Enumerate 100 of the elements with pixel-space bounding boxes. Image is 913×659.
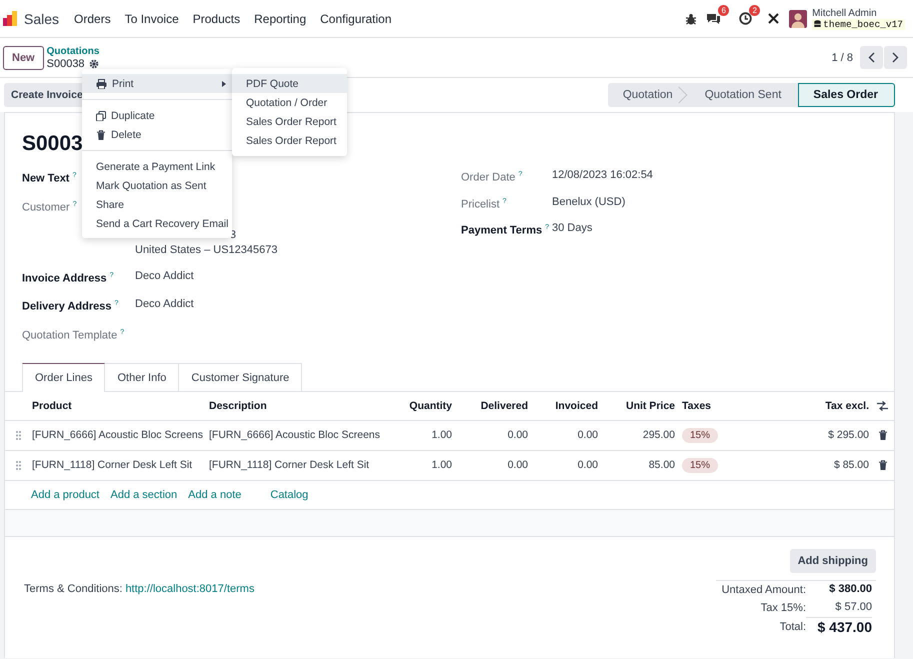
- add-link[interactable]: Add a product: [31, 488, 100, 501]
- menu-item[interactable]: Reporting: [247, 12, 314, 26]
- drag-handle-icon[interactable]: [16, 460, 21, 470]
- menu-item[interactable]: Products: [186, 12, 248, 26]
- table-cell-text: [FURN_1118] Corner Desk Left Sit: [32, 459, 194, 472]
- table-cell-text: $ 295.00: [827, 429, 869, 442]
- user-name: Mitchell Admin: [812, 8, 878, 18]
- menu-item[interactable]: Delete: [82, 125, 232, 144]
- field-value: Benelux (USD): [552, 196, 626, 208]
- menu-item[interactable]: Share: [82, 195, 232, 214]
- table-cell-text: 0.00: [506, 429, 528, 442]
- menu-item[interactable]: Generate a Payment Link: [82, 157, 232, 176]
- new-button[interactable]: New: [3, 46, 44, 70]
- submenu-item[interactable]: Quotation / Order: [232, 93, 347, 112]
- trash-icon[interactable]: [878, 430, 888, 440]
- help-mark[interactable]: ?: [110, 272, 114, 279]
- tab[interactable]: Order Lines: [22, 362, 106, 392]
- column-header: Description: [209, 400, 268, 412]
- column-header: Taxes: [681, 400, 712, 412]
- field-label: Pricelist: [461, 198, 500, 210]
- terms-link[interactable]: http://localhost:8017/terms: [125, 582, 254, 637]
- column-header: Invoiced: [554, 400, 598, 412]
- column-header: Delivered: [480, 400, 528, 412]
- menu-item[interactable]: To Invoice: [118, 12, 186, 26]
- pager-value: 1 / 8: [832, 52, 853, 64]
- column-header: Unit Price: [624, 400, 675, 412]
- table-cell-text: [FURN_6666] Acoustic Bloc Screens: [32, 429, 204, 442]
- menu-item[interactable]: Duplicate: [82, 106, 232, 125]
- notification-badge: 6: [718, 5, 730, 16]
- bug-icon[interactable]: [685, 12, 698, 24]
- table-cell-text: 295.00: [642, 429, 675, 442]
- chevron-right-icon: [892, 52, 899, 63]
- help-mark[interactable]: ?: [502, 198, 506, 205]
- breadcrumb-link[interactable]: Quotations: [46, 46, 100, 58]
- column-header: Quantity: [408, 400, 452, 412]
- help-mark[interactable]: ?: [545, 224, 550, 232]
- tax-tag: 15%: [682, 458, 718, 474]
- tax-tag: 15%: [682, 428, 718, 444]
- field-label: Payment Terms: [461, 224, 542, 237]
- field-label: Invoice Address: [22, 272, 107, 284]
- submenu-item[interactable]: Sales Order Report: [232, 112, 347, 131]
- table-cell-text: $ 85.00: [832, 459, 869, 472]
- print-menu-item[interactable]: Print: [82, 74, 232, 93]
- status-stage[interactable]: Quotation: [608, 83, 690, 107]
- field-label: New Text: [22, 172, 70, 185]
- add-shipping-button[interactable]: Add shipping: [790, 548, 876, 573]
- table-cell-text: 1.00: [430, 459, 452, 472]
- add-link[interactable]: Add a section: [110, 488, 178, 501]
- help-mark[interactable]: ?: [114, 300, 118, 308]
- add-link[interactable]: Add a note: [188, 488, 242, 501]
- help-mark[interactable]: ?: [518, 171, 522, 178]
- total-value: $ 437.00: [806, 616, 872, 637]
- help-mark[interactable]: ?: [120, 328, 124, 336]
- table-cell-text: 85.00: [648, 459, 675, 472]
- chat-icon[interactable]: [706, 12, 722, 25]
- column-header: Tax excl.: [824, 400, 869, 412]
- caret-icon: [222, 80, 226, 86]
- menu-item[interactable]: Send a Cart Recovery Email: [82, 214, 232, 233]
- help-mark[interactable]: ?: [72, 172, 76, 179]
- drag-handle-icon[interactable]: [16, 430, 21, 440]
- app-name: Sales: [24, 10, 60, 26]
- database-name: theme_boec_v17: [823, 18, 903, 30]
- user-avatar[interactable]: [789, 10, 808, 28]
- previous-button[interactable]: [860, 46, 883, 69]
- field-value: Deco Addict: [135, 298, 194, 310]
- menu-item[interactable]: Mark Quotation as Sent: [82, 176, 232, 195]
- menu-item[interactable]: Orders: [67, 12, 118, 26]
- status-stage[interactable]: Quotation Sent: [690, 83, 798, 107]
- trash-icon[interactable]: [878, 460, 888, 470]
- record-name: S00038: [46, 58, 85, 70]
- add-link[interactable]: Catalog: [270, 488, 308, 501]
- field-value: 30 Days: [552, 222, 592, 234]
- copy-icon: [96, 110, 106, 120]
- settings-icon[interactable]: [88, 58, 99, 68]
- submenu-item[interactable]: PDF Quote: [232, 74, 347, 93]
- tab[interactable]: Customer Signature: [178, 362, 302, 391]
- total-value: $ 380.00: [828, 582, 872, 598]
- printer-icon: [96, 78, 107, 88]
- field-value: United States – US12345673: [135, 242, 278, 258]
- total-label: Total:: [778, 620, 806, 635]
- record-title: S0003: [22, 131, 83, 157]
- column-header: Product: [32, 400, 73, 412]
- trash-icon: [96, 130, 106, 140]
- field-label: Customer: [22, 201, 70, 214]
- column-options-icon[interactable]: [877, 400, 888, 411]
- help-mark[interactable]: ?: [72, 200, 77, 208]
- total-value: $ 57.00: [834, 600, 872, 616]
- table-cell-text: 0.00: [576, 459, 598, 472]
- total-label: Untaxed Amount:: [720, 582, 806, 598]
- field-value: 12/08/2023 16:02:54: [552, 169, 653, 181]
- table-cell-text: 0.00: [576, 429, 598, 442]
- total-label: Tax 15%:: [760, 600, 806, 616]
- submenu-item[interactable]: Sales Order Report: [232, 131, 347, 150]
- app-logo[interactable]: [3, 11, 17, 26]
- field-value: Deco Addict: [135, 270, 194, 282]
- next-button[interactable]: [884, 46, 907, 69]
- status-stage[interactable]: Sales Order: [798, 83, 895, 107]
- menu-item[interactable]: Configuration: [313, 12, 399, 26]
- field-label: Quotation Template: [22, 330, 118, 342]
- clock-icon[interactable]: [739, 12, 752, 25]
